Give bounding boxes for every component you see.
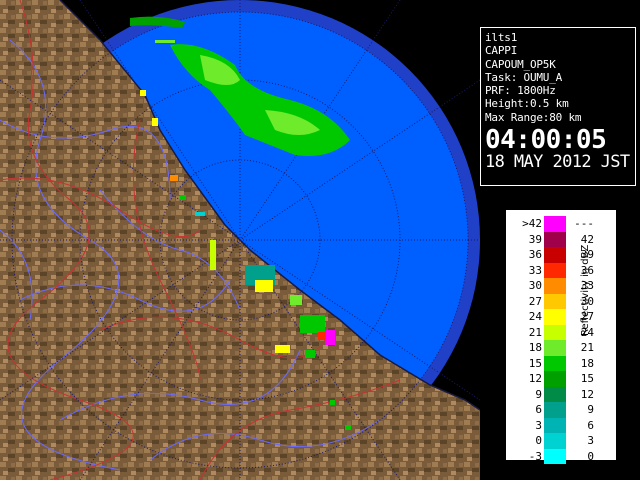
reflectivity-legend: Reflectivity in dBZ >42 --- 39 42 36 39 33 36 30… bbox=[505, 209, 617, 464]
legend-row: 21 24 bbox=[506, 324, 616, 340]
legend-high-value: 18 bbox=[580, 356, 594, 370]
observation-time: 04:00:05 bbox=[485, 125, 607, 156]
legend-low-value: 33 bbox=[528, 263, 542, 277]
legend-high-value: 15 bbox=[580, 372, 594, 385]
legend-color-swatch bbox=[544, 262, 566, 278]
legend-row: 30 33 bbox=[506, 278, 616, 294]
radar-info-panel: ilts1 CAPPI CAPOUM_OP5K Task: OUMU_A PRF… bbox=[480, 27, 636, 186]
legend-high-value: 42 bbox=[580, 232, 594, 246]
legend-row: >42 --- bbox=[506, 216, 616, 232]
legend-high-value: 12 bbox=[580, 387, 594, 401]
legend-color-swatch bbox=[544, 324, 566, 340]
legend-high-value: 39 bbox=[580, 248, 594, 261]
legend-low-value: >42 bbox=[522, 217, 542, 230]
legend-color-swatch bbox=[544, 309, 566, 325]
legend-high-value: 9 bbox=[587, 403, 594, 416]
legend-row: 69 bbox=[506, 402, 616, 418]
legend-low-value: 24 bbox=[528, 310, 542, 323]
legend-color-swatch bbox=[544, 402, 566, 418]
legend-low-value: 3 bbox=[535, 418, 542, 432]
legend-high-value: 0 bbox=[587, 449, 594, 463]
task-name: Task: OUMU_A bbox=[485, 70, 563, 84]
legend-low-value: 9 bbox=[535, 387, 542, 401]
legend-color-swatch bbox=[544, 247, 566, 263]
legend-row: 12 15 bbox=[506, 371, 616, 387]
task-id: CAPOUM_OP5K bbox=[485, 57, 556, 71]
legend-low-value: 36 bbox=[528, 248, 542, 261]
max-range-value: Max Range:80 km bbox=[485, 110, 582, 124]
site-name: ilts1 bbox=[485, 31, 518, 44]
legend-high-value: 3 bbox=[587, 434, 594, 447]
legend-high-value: 33 bbox=[580, 279, 594, 292]
legend-row: 27 30 bbox=[506, 293, 616, 309]
legend-color-swatch bbox=[544, 448, 566, 464]
legend-row: 9 12 bbox=[506, 386, 616, 402]
legend-color-swatch bbox=[544, 417, 566, 433]
legend-row: -3 0 bbox=[506, 448, 616, 464]
legend-row: 03 bbox=[506, 433, 616, 449]
product-type: CAPPI bbox=[485, 44, 518, 58]
legend-low-value: 12 bbox=[528, 372, 542, 385]
legend-color-swatch bbox=[544, 216, 566, 232]
legend-color-swatch bbox=[544, 293, 566, 309]
legend-low-value: 6 bbox=[535, 403, 542, 416]
legend-color-swatch bbox=[544, 355, 566, 371]
legend-row: 33 36 bbox=[506, 262, 616, 278]
legend-high-value: 6 bbox=[587, 418, 594, 432]
radar-map[interactable] bbox=[0, 0, 480, 480]
legend-low-value: 30 bbox=[528, 279, 542, 292]
legend-low-value: 18 bbox=[528, 341, 542, 354]
legend-row: 18 21 bbox=[506, 340, 616, 356]
legend-high-value: 36 bbox=[580, 263, 594, 277]
legend-high-value: --- bbox=[574, 217, 594, 230]
legend-color-swatch bbox=[544, 340, 566, 356]
legend-high-value: 21 bbox=[580, 341, 594, 354]
legend-low-value: 21 bbox=[528, 325, 542, 339]
legend-high-value: 24 bbox=[580, 325, 594, 339]
legend-row: 15 18 bbox=[506, 355, 616, 371]
legend-low-value: -3 bbox=[528, 449, 542, 463]
observation-date: 18 MAY 2012 JST bbox=[485, 152, 630, 173]
legend-low-value: 0 bbox=[535, 434, 542, 447]
legend-row: 39 42 bbox=[506, 231, 616, 247]
legend-high-value: 30 bbox=[580, 294, 594, 308]
legend-row: 36 39 bbox=[506, 247, 616, 263]
legend-row: 36 bbox=[506, 417, 616, 433]
height-value: Height:0.5 km bbox=[485, 97, 569, 111]
prf-value: PRF: 1800Hz bbox=[485, 84, 556, 98]
legend-color-swatch bbox=[544, 386, 566, 402]
legend-low-value: 27 bbox=[528, 294, 542, 308]
legend-color-swatch bbox=[544, 231, 566, 247]
legend-color-swatch bbox=[544, 278, 566, 294]
legend-low-value: 39 bbox=[528, 232, 542, 246]
legend-low-value: 15 bbox=[528, 356, 542, 370]
legend-color-swatch bbox=[544, 371, 566, 387]
legend-high-value: 27 bbox=[580, 310, 594, 323]
legend-color-swatch bbox=[544, 433, 566, 449]
legend-row: 24 27 bbox=[506, 309, 616, 325]
